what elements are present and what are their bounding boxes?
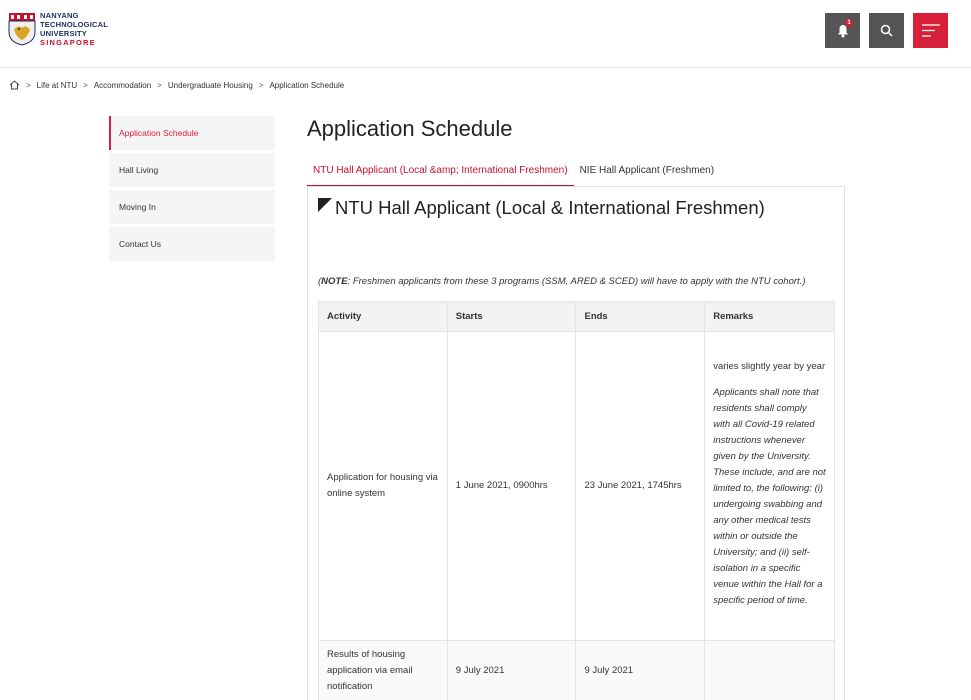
column-header-starts: Starts [446, 301, 577, 332]
breadcrumb-life-at-ntu[interactable]: Life at NTU [37, 81, 77, 90]
table-header-row: Activity Starts Ends Remarks [318, 301, 835, 332]
column-header-activity: Activity [318, 301, 448, 332]
home-icon[interactable] [9, 80, 20, 90]
ntu-crest-icon [8, 12, 36, 46]
breadcrumb-separator: > [157, 80, 162, 90]
tab-ntu-hall-applicant[interactable]: NTU Hall Applicant (Local &amp; Internat… [307, 158, 574, 187]
note-text: : Freshmen applicants from these 3 progr… [347, 276, 806, 287]
sidebar-nav: Application Schedule Hall Living Moving … [109, 116, 275, 264]
site-header: NANYANG TECHNOLOGICAL UNIVERSITY SINGAPO… [0, 0, 971, 68]
breadcrumb-separator: > [83, 80, 88, 90]
cell-starts: 9 July 2021 [446, 640, 577, 700]
sidebar-item-hall-living[interactable]: Hall Living [109, 153, 275, 187]
corner-triangle-icon [318, 198, 332, 212]
sidebar-item-application-schedule[interactable]: Application Schedule [109, 116, 275, 150]
cell-activity: Application for housing via online syste… [318, 331, 448, 641]
column-header-remarks: Remarks [704, 301, 835, 332]
search-button[interactable] [869, 13, 904, 48]
note-label: NOTE [321, 276, 348, 287]
logo-line-2: TECHNOLOGICAL [40, 20, 109, 29]
sidebar-item-moving-in[interactable]: Moving In [109, 190, 275, 224]
notification-badge: 1 [845, 19, 853, 27]
cell-activity: Results of housing application via email… [318, 640, 448, 700]
logo-line-1: NANYANG [40, 11, 79, 20]
page-title: Application Schedule [307, 116, 513, 141]
cell-remarks: varies slightly year by year Applicants … [704, 331, 835, 641]
cell-ends: 23 June 2021, 1745hrs [575, 331, 706, 641]
remark-covid-note: Applicants shall note that residents sha… [713, 387, 826, 606]
logo-wordmark: NANYANG TECHNOLOGICAL UNIVERSITY SINGAPO… [40, 11, 108, 47]
cell-starts: 1 June 2021, 0900hrs [446, 331, 577, 641]
breadcrumb-accommodation[interactable]: Accommodation [94, 81, 151, 90]
breadcrumb-undergraduate-housing[interactable]: Undergraduate Housing [168, 81, 253, 90]
menu-icon [921, 24, 940, 37]
freshmen-note: (NOTE: Freshmen applicants from these 3 … [318, 276, 805, 287]
breadcrumb-separator: > [26, 80, 31, 90]
tab-nie-hall-applicant[interactable]: NIE Hall Applicant (Freshmen) [574, 158, 721, 187]
table-row: Application for housing via online syste… [318, 331, 835, 641]
section-title: NTU Hall Applicant (Local & Internationa… [318, 197, 765, 219]
breadcrumb-application-schedule: Application Schedule [269, 80, 345, 90]
sidebar-item-contact-us[interactable]: Contact Us [109, 227, 275, 261]
schedule-table: Activity Starts Ends Remarks Application… [318, 301, 835, 700]
ntu-logo[interactable]: NANYANG TECHNOLOGICAL UNIVERSITY SINGAPO… [8, 11, 108, 47]
table-row: Results of housing application via email… [318, 640, 835, 700]
search-icon [880, 24, 893, 37]
breadcrumb: > Life at NTU > Accommodation > Undergra… [9, 78, 344, 92]
notifications-button[interactable]: 1 [825, 13, 860, 48]
remark-plain: varies slightly year by year [713, 361, 826, 372]
schedule-table-wrapper: Activity Starts Ends Remarks Application… [318, 301, 835, 700]
section-title-text: NTU Hall Applicant (Local & Internationa… [335, 197, 765, 218]
cell-ends: 9 July 2021 [575, 640, 706, 700]
logo-line-4: SINGAPORE [40, 38, 96, 47]
menu-button[interactable] [913, 13, 948, 48]
column-header-ends: Ends [575, 301, 706, 332]
logo-line-3: UNIVERSITY [40, 29, 88, 38]
breadcrumb-separator: > [258, 80, 264, 90]
tab-panel: NTU Hall Applicant (Local & Internationa… [307, 187, 845, 700]
applicant-tabs: NTU Hall Applicant (Local &amp; Internat… [307, 158, 720, 187]
cell-remarks [704, 640, 835, 700]
